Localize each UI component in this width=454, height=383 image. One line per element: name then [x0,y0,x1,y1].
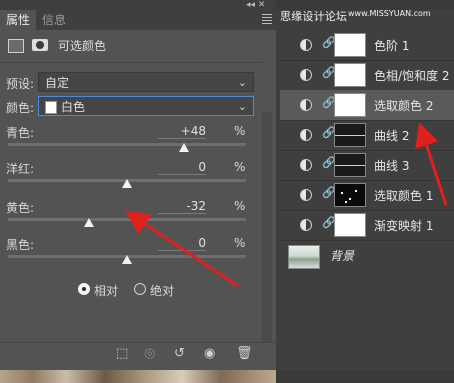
view-previous-icon[interactable]: ◎ [144,346,155,361]
layer-name: 选取颜色 2 [374,99,434,113]
color-swatch [45,101,57,114]
tab-info[interactable]: 信息 [36,10,72,30]
layer-mask-thumbnail[interactable] [334,123,366,147]
slider-thumb[interactable] [179,143,190,152]
layer-row[interactable]: 🔗 色相/饱和度 2 [280,60,454,91]
slider-value-input[interactable]: -32 [158,199,206,214]
visibility-eye-icon[interactable] [300,189,312,201]
visibility-eye-icon[interactable] [300,99,312,111]
relative-radio[interactable] [78,283,90,295]
layer-name: 渐变映射 1 [374,219,434,233]
delete-trash-icon[interactable]: 🗑 [236,346,253,361]
visibility-eye-icon[interactable] [300,159,312,171]
layer-mask-thumbnail[interactable] [334,33,366,57]
layer-name: 选取颜色 1 [374,189,434,203]
mask-icon[interactable] [32,39,48,51]
layer-name: 曲线 2 [374,129,410,143]
layer-mask-thumbnail[interactable] [334,93,366,117]
visibility-eye-icon[interactable] [300,219,312,231]
slider-label: 洋红: [6,162,35,176]
layer-row[interactable]: 🔗 选取颜色 1 [280,180,454,211]
collapse-arrows-icon[interactable]: ◂◂ ✕ [246,0,265,10]
slider-thumb[interactable] [83,218,94,227]
background-thumbnail[interactable] [288,245,320,269]
slider-value-input[interactable]: 0 [158,160,206,175]
slider-value-input[interactable]: +48 [158,124,206,139]
adjustment-title: 可选颜色 [58,39,107,53]
layer-mask-thumbnail[interactable] [334,183,366,207]
layer-row[interactable]: 🔗 色阶 1 [280,30,454,61]
layer-row[interactable]: 🔗 曲线 2 [280,120,454,151]
watermark-url: www.MISSYUAN.com [348,9,431,18]
slider-thumb[interactable] [122,255,132,264]
visibility-eye-icon[interactable] [300,39,312,51]
layer-mask-thumbnail[interactable] [334,213,366,237]
canvas-dark-edge [276,370,454,383]
slider-unit: % [234,160,246,174]
preset-value: 自定 [45,76,70,90]
visibility-eye-icon[interactable]: ◉ [204,346,215,361]
colors-value: 白色 [61,100,86,114]
layer-name: 色阶 1 [374,39,410,53]
layer-row[interactable]: 🔗 选取颜色 2 [280,90,454,121]
slider-unit: % [234,199,246,213]
panel-menu-icon[interactable] [262,14,272,26]
reset-icon[interactable]: ↺ [174,346,185,361]
slider-label: 青色: [6,126,35,140]
adjustment-icon[interactable] [8,39,24,53]
preset-label: 预设: [6,77,35,91]
slider-track[interactable] [8,143,246,146]
visibility-eye-icon[interactable] [300,69,312,81]
absolute-label: 绝对 [150,284,175,298]
slider-unit: % [234,124,246,138]
properties-bottom-bar [0,342,276,371]
divider [0,62,262,63]
layer-row[interactable]: 🔗 渐变映射 1 [280,210,454,241]
slider-unit: % [234,236,246,250]
clip-to-layer-icon[interactable]: ⬚ [116,346,128,361]
properties-panel [0,0,276,370]
layer-mask-thumbnail[interactable] [334,63,366,87]
chevron-down-icon: ⌄ [237,100,247,113]
preset-select[interactable]: 自定 ⌄ [38,72,254,92]
layer-name: 曲线 3 [374,159,410,173]
colors-select[interactable]: 白色 ⌄ [38,96,254,116]
chevron-down-icon: ⌄ [237,76,247,89]
slider-thumb[interactable] [122,179,132,188]
slider-track[interactable] [8,218,246,221]
slider-label: 黑色: [6,238,35,252]
layer-row[interactable]: 🔗 曲线 3 [280,150,454,181]
layer-name: 色相/饱和度 2 [374,69,450,83]
colors-label: 颜色: [6,101,35,115]
slider-value-input[interactable]: 0 [158,236,206,251]
visibility-eye-icon[interactable] [300,129,312,141]
watermark-text: 思缘设计论坛 [280,10,348,23]
absolute-radio[interactable] [134,283,146,295]
background-layer-name[interactable]: 背景 [330,247,354,264]
slider-label: 黄色: [6,201,35,215]
canvas-photo-edge [0,370,276,383]
relative-label: 相对 [94,284,119,298]
layer-mask-thumbnail[interactable] [334,153,366,177]
tab-properties[interactable]: 属性 [0,10,37,30]
scrollbar-track[interactable] [262,112,272,342]
